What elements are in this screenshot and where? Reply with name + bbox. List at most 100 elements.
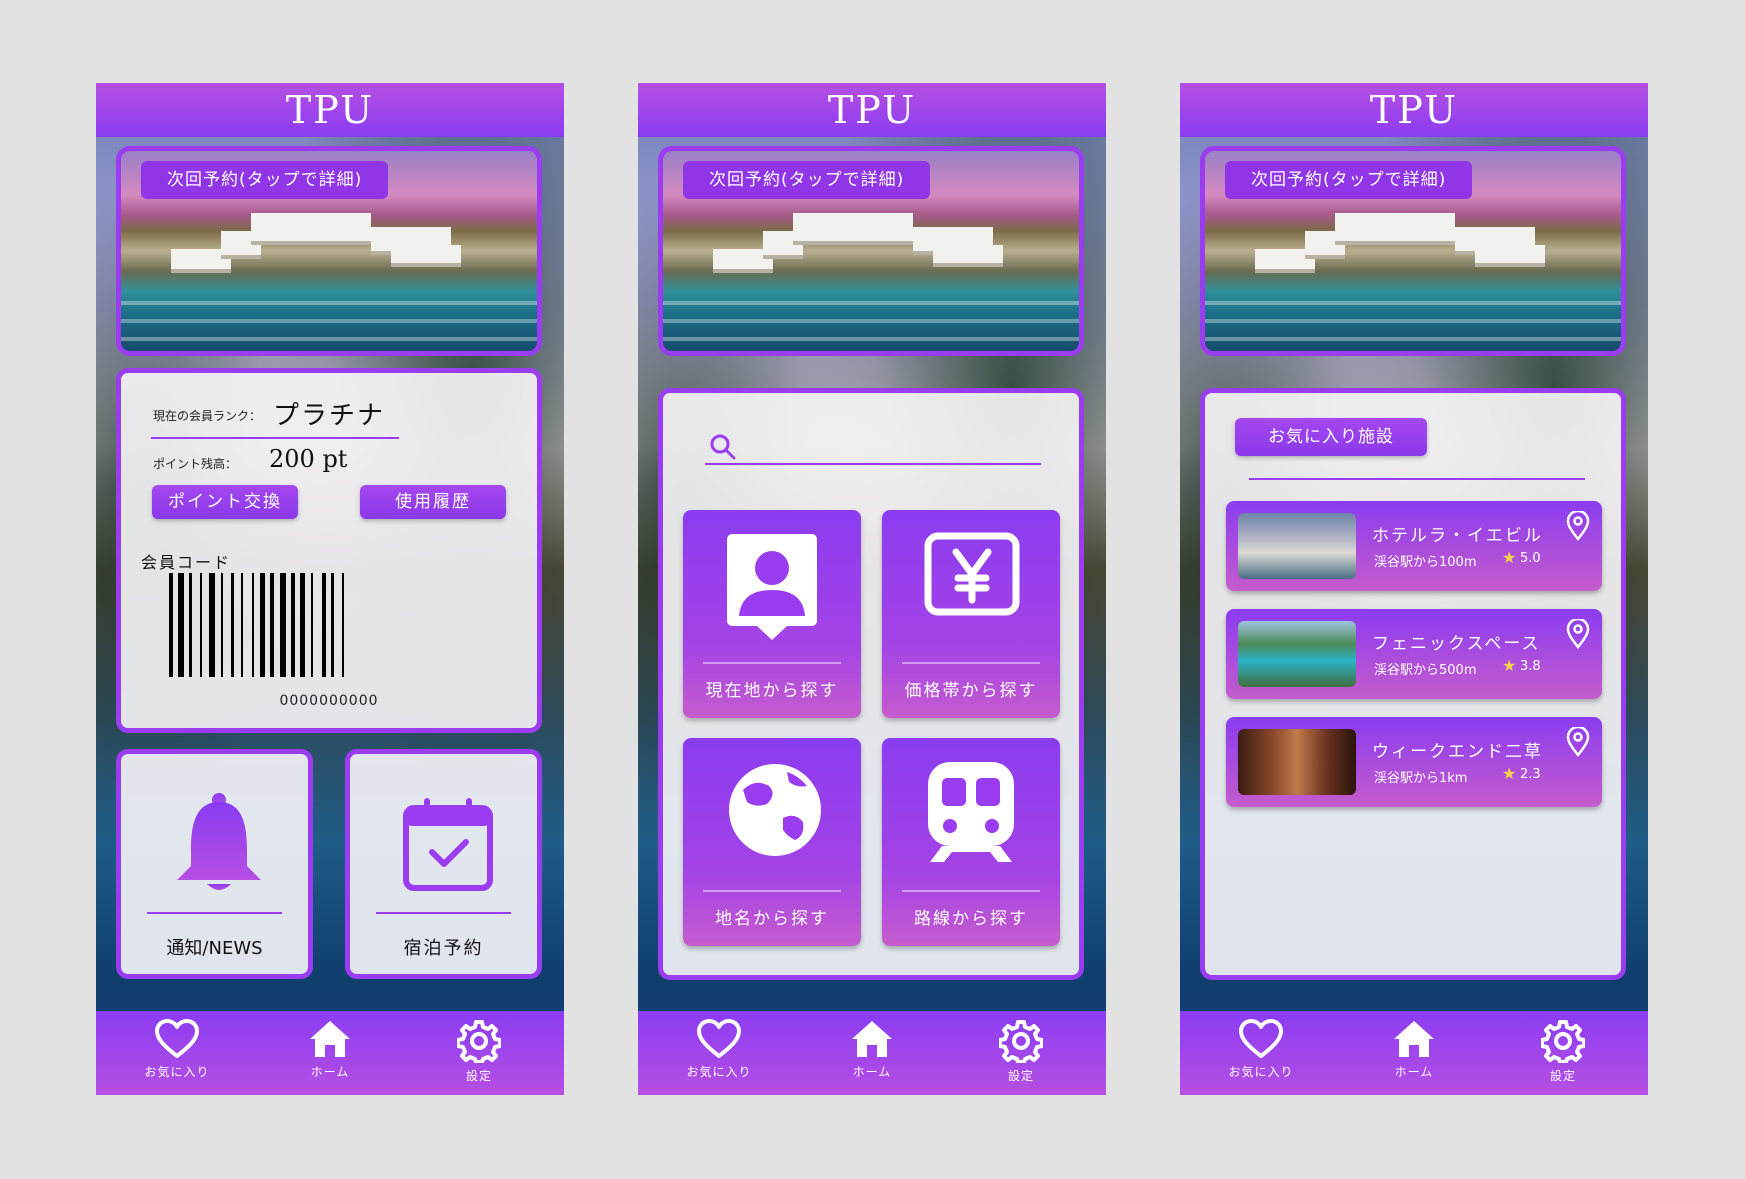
bell-icon (177, 793, 261, 890)
nav-home[interactable]: ホーム (1359, 1019, 1469, 1080)
search-by-location-tile[interactable]: 現在地から探す (683, 510, 861, 718)
location-person-icon (727, 534, 817, 640)
nav-favorites-label: お気に入り (686, 1065, 752, 1079)
yen-icon (924, 532, 1020, 616)
barcode-number: 0000000000 (279, 693, 379, 709)
gear-icon (1541, 1020, 1585, 1063)
search-by-price-tile[interactable]: 価格帯から探す (882, 510, 1060, 718)
heart-icon (697, 1019, 741, 1058)
hotel-distance: 渓谷駅から1km (1374, 771, 1468, 786)
bottom-nav: お気に入り ホーム 設定 (1180, 1011, 1648, 1095)
points-label: ポイント残高： (153, 457, 238, 471)
search-by-line-tile[interactable]: 路線から探す (882, 738, 1060, 946)
tile-label: 路線から探す (914, 909, 1028, 929)
hotel-name: ホテルラ・イエビル (1372, 526, 1543, 546)
point-exchange-button[interactable]: ポイント交換 (152, 485, 298, 519)
next-reservation-label: 次回予約(タップで詳細) (141, 161, 389, 199)
search-by-place-tile[interactable]: 地名から探す (683, 738, 861, 946)
nav-settings-label: 設定 (465, 1069, 492, 1083)
home-icon (852, 1021, 892, 1057)
booking-label: 宿泊予約 (403, 938, 484, 959)
hotel-thumbnail (1238, 729, 1356, 795)
map-pin-icon[interactable] (1566, 511, 1590, 541)
train-icon (928, 762, 1014, 862)
rank-underline (151, 437, 399, 439)
usage-history-button[interactable]: 使用履歴 (360, 485, 506, 519)
favorite-hotel-card[interactable]: ホテルラ・イエビル 渓谷駅から100m ★ 5.0 (1226, 501, 1602, 591)
hotel-thumbnail (1238, 513, 1356, 579)
home-icon (1394, 1021, 1434, 1057)
star-icon: ★ (1502, 656, 1517, 675)
news-label: 通知/NEWS (166, 938, 263, 959)
nav-settings[interactable]: 設定 (1508, 1019, 1618, 1084)
rank-label: 現在の会員ランク： (153, 409, 262, 423)
bottom-nav: お気に入り ホーム 設定 (638, 1011, 1106, 1095)
phone-screen-member: TPU 次回予約(タップで詳細) 現在の会員ランク： プラチナ ポイント残高： … (96, 83, 564, 1095)
nav-settings[interactable]: 設定 (966, 1019, 1076, 1084)
rank-value: プラチナ (273, 401, 386, 431)
hotel-rating: 3.8 (1520, 659, 1541, 674)
calendar-check-icon (403, 798, 493, 891)
nav-favorites-label: お気に入り (144, 1065, 210, 1079)
nav-favorites[interactable]: お気に入り (122, 1019, 232, 1080)
nav-settings-label: 設定 (1007, 1069, 1034, 1083)
nav-home[interactable]: ホーム (817, 1019, 927, 1080)
news-button[interactable]: 通知/NEWS (116, 749, 313, 979)
home-icon (310, 1021, 350, 1057)
favorite-hotel-card[interactable]: フェニックスペース 渓谷駅から500m ★ 3.8 (1226, 609, 1602, 699)
tile-label: 価格帯から探す (904, 681, 1038, 701)
gear-icon (999, 1020, 1043, 1063)
hotel-distance: 渓谷駅から500m (1374, 663, 1477, 678)
booking-button[interactable]: 宿泊予約 (345, 749, 542, 979)
news-divider (147, 912, 282, 914)
star-icon: ★ (1502, 548, 1517, 567)
next-reservation-card[interactable]: 次回予約(タップで詳細) (658, 146, 1084, 356)
search-input[interactable] (745, 431, 995, 459)
favorite-hotel-card[interactable]: ウィークエンド二草 渓谷駅から1km ★ 2.3 (1226, 717, 1602, 807)
next-reservation-card[interactable]: 次回予約(タップで詳細) (116, 146, 542, 356)
search-icon (710, 434, 736, 460)
gear-icon (457, 1020, 501, 1063)
member-code-label: 会員コード (141, 553, 232, 572)
globe-icon (729, 764, 821, 856)
nav-favorites[interactable]: お気に入り (1206, 1019, 1316, 1080)
favorites-underline (1249, 478, 1585, 480)
nav-home-label: ホーム (1394, 1065, 1434, 1079)
app-title: TPU (1369, 88, 1459, 132)
nav-settings[interactable]: 設定 (424, 1019, 534, 1084)
favorites-section-title: お気に入り施設 (1235, 418, 1427, 456)
app-title: TPU (827, 88, 917, 132)
tile-label: 現在地から探す (705, 681, 839, 701)
star-icon: ★ (1502, 764, 1517, 783)
map-pin-icon[interactable] (1566, 727, 1590, 757)
next-reservation-label: 次回予約(タップで詳細) (1225, 161, 1473, 199)
nav-settings-label: 設定 (1549, 1069, 1576, 1083)
search-underline (705, 463, 1041, 465)
nav-favorites-label: お気に入り (1228, 1065, 1294, 1079)
app-header: TPU (96, 83, 564, 137)
booking-divider (376, 912, 511, 914)
nav-home-label: ホーム (310, 1065, 350, 1079)
search-card: 現在地から探す 価格帯から探す 地名から探す 路線から探す (658, 388, 1084, 980)
map-pin-icon[interactable] (1566, 619, 1590, 649)
nav-home-label: ホーム (852, 1065, 892, 1079)
app-header: TPU (638, 83, 1106, 137)
tile-label: 地名から探す (715, 909, 829, 929)
bottom-nav: お気に入り ホーム 設定 (96, 1011, 564, 1095)
hotel-name: ウィークエンド二草 (1372, 742, 1543, 762)
phone-screen-search: TPU 次回予約(タップで詳細) 現在地から探す 価格帯から探す 地名から探す … (638, 83, 1106, 1095)
next-reservation-card[interactable]: 次回予約(タップで詳細) (1200, 146, 1626, 356)
app-title: TPU (285, 88, 375, 132)
app-header: TPU (1180, 83, 1648, 137)
nav-home[interactable]: ホーム (275, 1019, 385, 1080)
next-reservation-label: 次回予約(タップで詳細) (683, 161, 931, 199)
nav-favorites[interactable]: お気に入り (664, 1019, 774, 1080)
hotel-distance: 渓谷駅から100m (1374, 555, 1477, 570)
member-card: 現在の会員ランク： プラチナ ポイント残高： 200 pt ポイント交換 使用履… (116, 368, 542, 733)
hotel-name: フェニックスペース (1372, 634, 1541, 654)
hotel-thumbnail (1238, 621, 1356, 687)
heart-icon (1239, 1019, 1283, 1058)
hotel-rating: 5.0 (1520, 551, 1541, 566)
phone-screen-favorites: TPU 次回予約(タップで詳細) お気に入り施設 ホテルラ・イエビル 渓谷駅から… (1180, 83, 1648, 1095)
heart-icon (155, 1019, 199, 1058)
